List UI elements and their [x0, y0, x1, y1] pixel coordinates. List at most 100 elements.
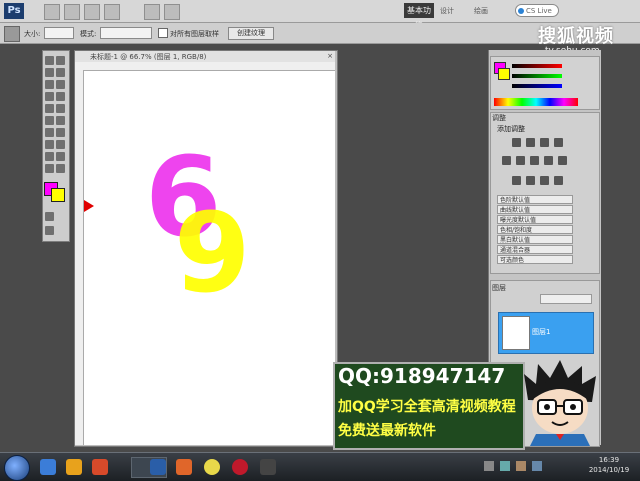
posterize-icon[interactable] — [526, 176, 535, 185]
zoom-tool-icon[interactable] — [56, 164, 65, 173]
crop-tool-icon[interactable] — [45, 80, 54, 89]
layer-opacity-field[interactable] — [540, 294, 592, 304]
red-pointer-mark — [84, 200, 94, 212]
brush-tool-icon[interactable] — [56, 92, 65, 101]
adjustments-tab[interactable]: 调整 — [492, 113, 506, 123]
quick-mask-icon[interactable] — [45, 212, 54, 221]
ad-line-2: 免费送最新软件 — [338, 423, 436, 439]
vibrance-icon[interactable] — [502, 156, 511, 165]
background-color-swatch[interactable] — [51, 188, 65, 202]
cs-live-search[interactable]: CS Live — [515, 4, 559, 17]
ie-browser-icon[interactable] — [40, 459, 56, 475]
ad-line-1: 加QQ学习全套高清视频教程 — [338, 399, 516, 415]
shape-tool-icon[interactable] — [56, 152, 65, 161]
dodge-tool-icon[interactable] — [56, 128, 65, 137]
sample-all-label: 对所有图层取样 — [170, 30, 219, 38]
arrange-documents-button[interactable] — [164, 4, 180, 20]
invert-icon[interactable] — [512, 176, 521, 185]
sohu-video-watermark: 搜狐视频 — [538, 26, 614, 47]
document-title: 未标题-1 @ 66.7% (图层 1, RGB/8) — [90, 53, 207, 61]
workspace-painting-button[interactable]: 绘画 — [474, 6, 488, 16]
preset-item[interactable]: 色相/饱和度 — [497, 225, 573, 234]
tool-preset-picker[interactable] — [4, 26, 20, 42]
brightness-contrast-icon[interactable] — [512, 138, 521, 147]
healing-brush-tool-icon[interactable] — [45, 92, 54, 101]
adjustments-title: 添加调整 — [497, 125, 525, 133]
vertical-ruler[interactable] — [75, 70, 84, 445]
levels-icon[interactable] — [526, 138, 535, 147]
lasso-tool-icon[interactable] — [45, 68, 54, 77]
taskbar-clock[interactable]: 16:39 2014/10/19 — [584, 455, 634, 475]
magic-wand-tool-icon[interactable] — [56, 68, 65, 77]
gradient-map-icon[interactable] — [554, 176, 563, 185]
exposure-icon[interactable] — [554, 138, 563, 147]
type-tool-icon[interactable] — [56, 140, 65, 149]
preset-item[interactable]: 色阶默认值 — [497, 195, 573, 204]
clock-time: 16:39 — [598, 456, 620, 464]
create-texture-button[interactable]: 创建纹理 — [228, 27, 274, 40]
preset-item[interactable]: 通道混合器 — [497, 245, 573, 254]
qq-penguin-icon[interactable] — [204, 459, 220, 475]
photo-filter-icon[interactable] — [558, 156, 567, 165]
path-selection-tool-icon[interactable] — [45, 152, 54, 161]
preset-item[interactable]: 黑白默认值 — [497, 235, 573, 244]
photoshop-logo-icon: Ps — [4, 3, 24, 19]
screen-mode-icon[interactable] — [45, 226, 54, 235]
workspace-design-button[interactable]: 设计 — [440, 6, 454, 16]
pen-tool-icon[interactable] — [45, 140, 54, 149]
media-player-icon[interactable] — [92, 459, 108, 475]
close-document-icon[interactable]: × — [326, 52, 334, 60]
start-button-icon[interactable] — [4, 455, 30, 481]
hand-tool-icon[interactable] — [45, 164, 54, 173]
bridge-button[interactable] — [44, 4, 60, 20]
history-brush-tool-icon[interactable] — [56, 104, 65, 113]
preset-item[interactable]: 可选颜色 — [497, 255, 573, 264]
black-white-icon[interactable] — [544, 156, 553, 165]
horizontal-ruler[interactable] — [75, 62, 335, 71]
cartoon-mascot-icon — [524, 360, 596, 446]
preset-item[interactable]: 曲线默认值 — [497, 205, 573, 214]
blue-slider[interactable] — [512, 84, 562, 88]
hue-saturation-icon[interactable] — [516, 156, 525, 165]
folder-icon[interactable] — [66, 459, 82, 475]
red-slider[interactable] — [512, 64, 562, 68]
layer-name: 图层1 — [532, 328, 551, 336]
hand-tool-button[interactable] — [144, 4, 160, 20]
marquee-tool-icon[interactable] — [56, 56, 65, 65]
cs-live-icon — [518, 8, 524, 14]
blur-tool-icon[interactable] — [45, 128, 54, 137]
eraser-tool-icon[interactable] — [45, 116, 54, 125]
size-input[interactable] — [44, 27, 74, 39]
eyedropper-tool-icon[interactable] — [56, 80, 65, 89]
mode-select[interactable] — [100, 27, 152, 39]
tray-volume-icon[interactable] — [500, 461, 510, 471]
tray-network-icon[interactable] — [484, 461, 494, 471]
move-tool-icon[interactable] — [45, 56, 54, 65]
curves-icon[interactable] — [540, 138, 549, 147]
tray-ime-icon[interactable] — [532, 461, 542, 471]
mode-label: 模式: — [80, 30, 97, 38]
layer-thumbnail — [502, 316, 530, 350]
workspace-essentials-button[interactable]: 基本功能 — [404, 3, 434, 30]
zoom-level-button[interactable] — [104, 4, 120, 20]
sample-all-checkbox[interactable] — [158, 28, 168, 38]
preset-item[interactable]: 曝光度默认值 — [497, 215, 573, 224]
threshold-icon[interactable] — [540, 176, 549, 185]
settings-icon[interactable] — [260, 459, 276, 475]
cs-live-label: CS Live — [526, 7, 552, 15]
clone-stamp-tool-icon[interactable] — [45, 104, 54, 113]
yellow-number-nine: 9 — [174, 189, 251, 317]
app-taskbar-icon[interactable] — [176, 459, 192, 475]
video-player-icon[interactable] — [232, 459, 248, 475]
green-slider[interactable] — [512, 74, 562, 78]
size-label: 大小: — [24, 30, 41, 38]
tray-app-icon[interactable] — [516, 461, 526, 471]
color-balance-icon[interactable] — [530, 156, 539, 165]
photoshop-taskbar-icon[interactable] — [150, 459, 166, 475]
gradient-tool-icon[interactable] — [56, 116, 65, 125]
color-panel-background-swatch[interactable] — [498, 68, 510, 80]
minibridge-button[interactable] — [64, 4, 80, 20]
layers-tab[interactable]: 图层 — [492, 283, 506, 293]
color-spectrum-bar[interactable] — [494, 98, 578, 106]
view-extras-button[interactable] — [84, 4, 100, 20]
